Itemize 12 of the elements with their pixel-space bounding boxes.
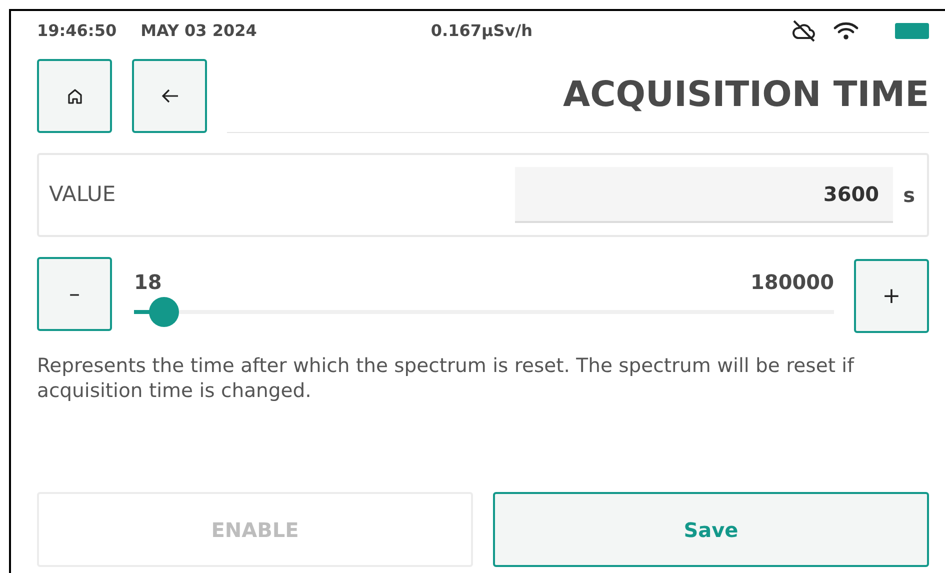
value-field[interactable]: 3600: [515, 167, 894, 223]
value-label: VALUE: [49, 181, 116, 208]
slider-max-label: 180000: [750, 269, 834, 296]
increment-button[interactable]: +: [854, 259, 929, 333]
status-date: MAY 03 2024: [140, 20, 257, 42]
description-text: Represents the time after which the spectrum is reset. The spectrum will be reset if acquisition time is changed.: [37, 353, 856, 404]
slider-min-label: 18: [134, 269, 162, 296]
status-time: 19:46:50: [37, 20, 117, 42]
unit-label: s: [903, 182, 915, 209]
decrement-button[interactable]: –: [37, 257, 112, 331]
dose-rate: 0.167µSv/h: [430, 20, 532, 42]
page-title: ACQUISITION TIME: [563, 74, 929, 118]
